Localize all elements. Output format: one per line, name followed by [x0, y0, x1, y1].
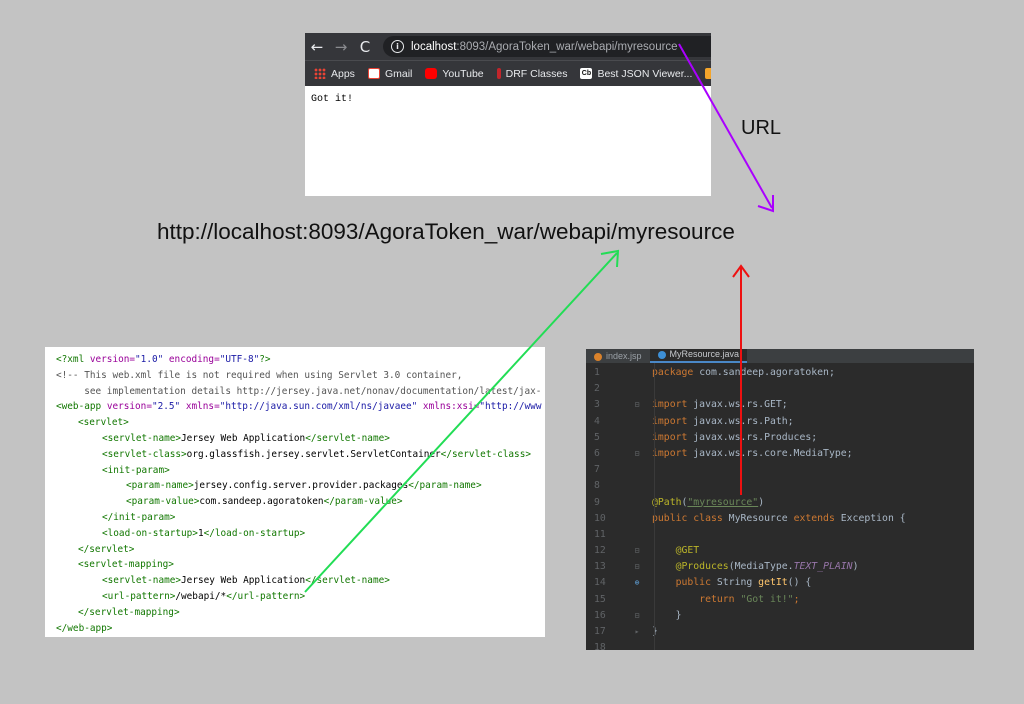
purple-arrow [678, 43, 774, 213]
red-arrow [732, 264, 750, 495]
green-arrow [304, 249, 620, 593]
arrows-overlay [304, 43, 774, 593]
